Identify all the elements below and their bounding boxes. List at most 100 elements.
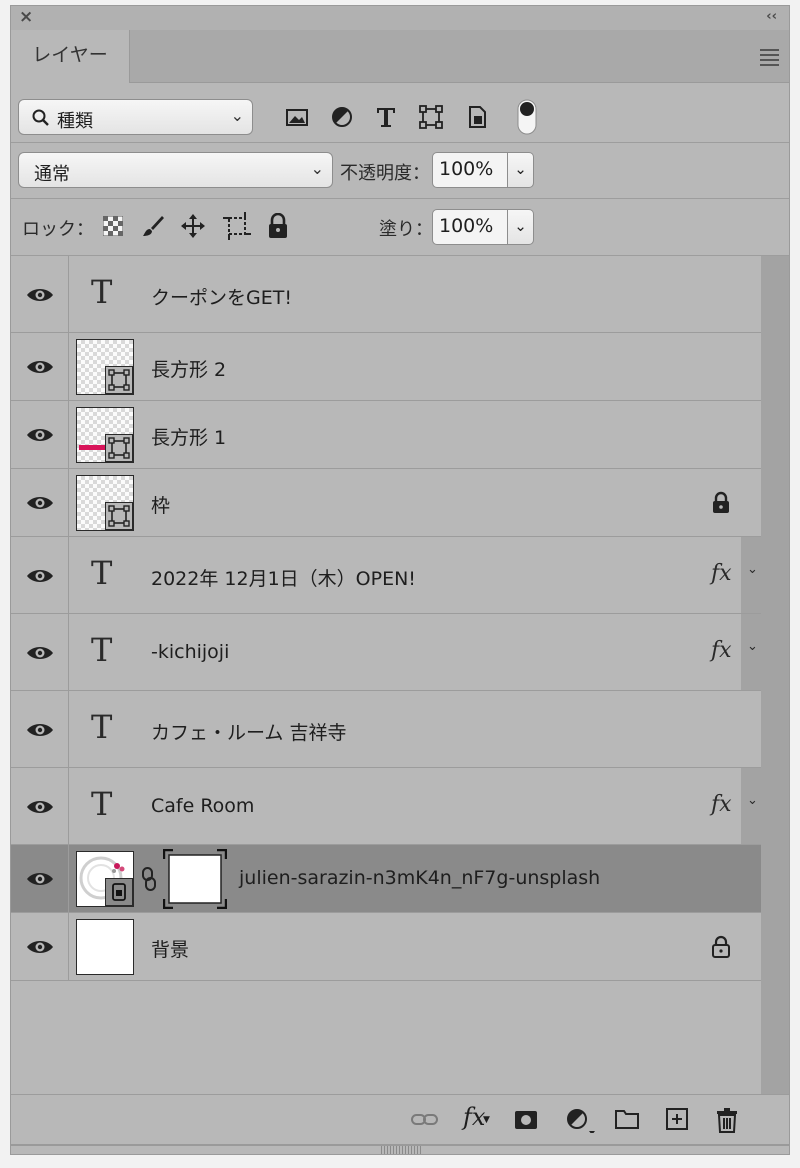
panel-menu-icon[interactable] [760,49,779,69]
text-layer-icon: T [91,784,113,823]
expand-effects-icon[interactable]: ⌄ [747,793,758,808]
visibility-eye-icon[interactable] [25,357,55,377]
text-layer-icon: T [91,630,113,669]
layer-thumbnail[interactable] [76,475,134,531]
shape-layer-icon [105,434,133,462]
layer-name[interactable]: カフェ・ルーム 吉祥寺 [151,718,346,745]
visibility-eye-icon[interactable] [25,720,55,740]
layers-panel: × ‹‹ レイヤー 種類 ⌄ 通常 ⌄ 不透明度： 100% ⌄ ロック： 塗り… [10,5,790,1155]
layer-row[interactable]: julien-sarazin-n3mK4n_nF7g-unsplash [11,845,761,913]
layer-name[interactable]: 2022年 12月1日（木）OPEN! [151,564,416,591]
opacity-label: 不透明度： [340,163,430,184]
search-icon [32,109,49,126]
fill-input[interactable]: 100% [432,209,508,245]
layer-name[interactable]: 長方形 1 [151,423,226,450]
resize-grip[interactable] [381,1146,421,1154]
chevron-down-icon: ⌄ [230,106,244,125]
add-style-arrow-icon: ▼ [483,1115,490,1125]
shape-layer-icon [105,366,133,394]
layer-row[interactable]: T -kichijoji fx ⌄ [11,614,761,691]
layer-row[interactable]: T Cafe Room fx ⌄ [11,768,761,845]
blend-row: 通常 ⌄ 不透明度： 100% ⌄ [11,152,789,192]
smart-object-icon [105,878,133,906]
lock-artboard-icon[interactable] [223,212,251,240]
fx-icon[interactable]: fx [711,638,732,663]
filter-row: 種類 ⌄ [11,96,789,136]
visibility-eye-icon[interactable] [25,869,55,889]
lock-position-icon[interactable] [180,213,206,239]
new-group-icon[interactable] [614,1107,640,1133]
lock-label: ロック： [22,219,94,240]
filter-kind-label: 種類 [57,111,93,132]
visibility-eye-icon[interactable] [25,425,55,445]
expand-effects-icon[interactable]: ⌄ [747,639,758,654]
visibility-eye-icon[interactable] [25,937,55,957]
lock-row: ロック： 塗り： 100% ⌄ [11,206,789,246]
visibility-eye-icon[interactable] [25,566,55,586]
new-adjustment-icon[interactable] [565,1107,595,1133]
bottom-toolbar: fx ▼ [11,1094,789,1145]
text-layer-icon: T [91,707,113,746]
layer-row[interactable]: 長方形 1 [11,401,761,469]
fill-label: 塗り： [379,219,433,240]
layer-thumbnail[interactable] [76,407,134,463]
layer-thumbnail[interactable] [76,339,134,395]
adjustment-filter-icon[interactable] [329,104,355,130]
fx-icon[interactable]: fx [711,792,732,817]
layer-row[interactable]: 枠 [11,469,761,537]
blend-mode-select[interactable]: 通常 ⌄ [18,152,333,188]
visibility-eye-icon[interactable] [25,797,55,817]
text-layer-icon: T [91,272,113,311]
type-filter-icon[interactable] [373,104,399,130]
opacity-input[interactable]: 100% [432,152,508,188]
lock-transparent-pixels-icon[interactable] [103,216,123,236]
lock-all-icon[interactable] [267,213,289,239]
layer-name[interactable]: 長方形 2 [151,355,226,382]
collapse-icon[interactable]: ‹‹ [766,9,777,24]
link-layers-icon[interactable] [411,1107,439,1133]
expand-effects-icon[interactable]: ⌄ [747,562,758,577]
tab-row: レイヤー [11,30,789,83]
panel-titlebar: × ‹‹ [11,6,789,30]
layer-name[interactable]: Cafe Room [151,795,254,817]
layer-thumbnail[interactable] [76,851,134,907]
visibility-eye-icon[interactable] [25,493,55,513]
tab-layers[interactable]: レイヤー [11,30,130,83]
fill-dropdown[interactable]: ⌄ [508,209,534,245]
layer-name[interactable]: 枠 [151,491,170,518]
layer-row[interactable]: T カフェ・ルーム 吉祥寺 [11,691,761,768]
text-layer-icon: T [91,553,113,592]
layer-name[interactable]: julien-sarazin-n3mK4n_nF7g-unsplash [239,867,600,889]
layers-list: T クーポンをGET! 長方形 2 長方形 1 枠 T 2022年 12月1日（木）OPEN… [11,256,761,1096]
shape-filter-icon[interactable] [418,104,444,130]
layer-row[interactable]: T 2022年 12月1日（木）OPEN! fx ⌄ [11,537,761,614]
mask-link-icon[interactable] [141,867,157,895]
new-layer-icon[interactable] [665,1107,689,1133]
shape-layer-icon [105,502,133,530]
layer-mask-thumbnail[interactable] [162,848,228,910]
layer-name[interactable]: 背景 [151,935,189,962]
close-icon[interactable]: × [19,7,33,27]
layer-row[interactable]: T クーポンをGET! [11,256,761,333]
layer-row[interactable]: 背景 [11,913,761,981]
layers-scrollbar[interactable] [761,256,789,1096]
filter-toggle-icon[interactable] [516,99,538,135]
visibility-eye-icon[interactable] [25,285,55,305]
layer-name[interactable]: -kichijoji [151,641,229,663]
layer-lock-icon [711,491,731,519]
smart-object-filter-icon[interactable] [464,104,490,130]
chevron-down-icon: ⌄ [310,159,324,178]
thumbnail-accent-strip [79,445,107,450]
delete-icon[interactable] [715,1107,739,1133]
fx-icon[interactable]: fx [711,561,732,586]
layer-lock-icon [711,935,731,963]
add-mask-icon[interactable] [513,1107,539,1133]
layer-thumbnail[interactable] [76,919,134,975]
lock-image-pixels-icon[interactable] [141,214,165,238]
layer-row[interactable]: 長方形 2 [11,333,761,401]
opacity-dropdown[interactable]: ⌄ [508,152,534,188]
image-filter-icon[interactable] [284,104,310,130]
visibility-eye-icon[interactable] [25,643,55,663]
layer-name[interactable]: クーポンをGET! [151,283,292,310]
filter-kind-select[interactable]: 種類 ⌄ [18,99,253,135]
